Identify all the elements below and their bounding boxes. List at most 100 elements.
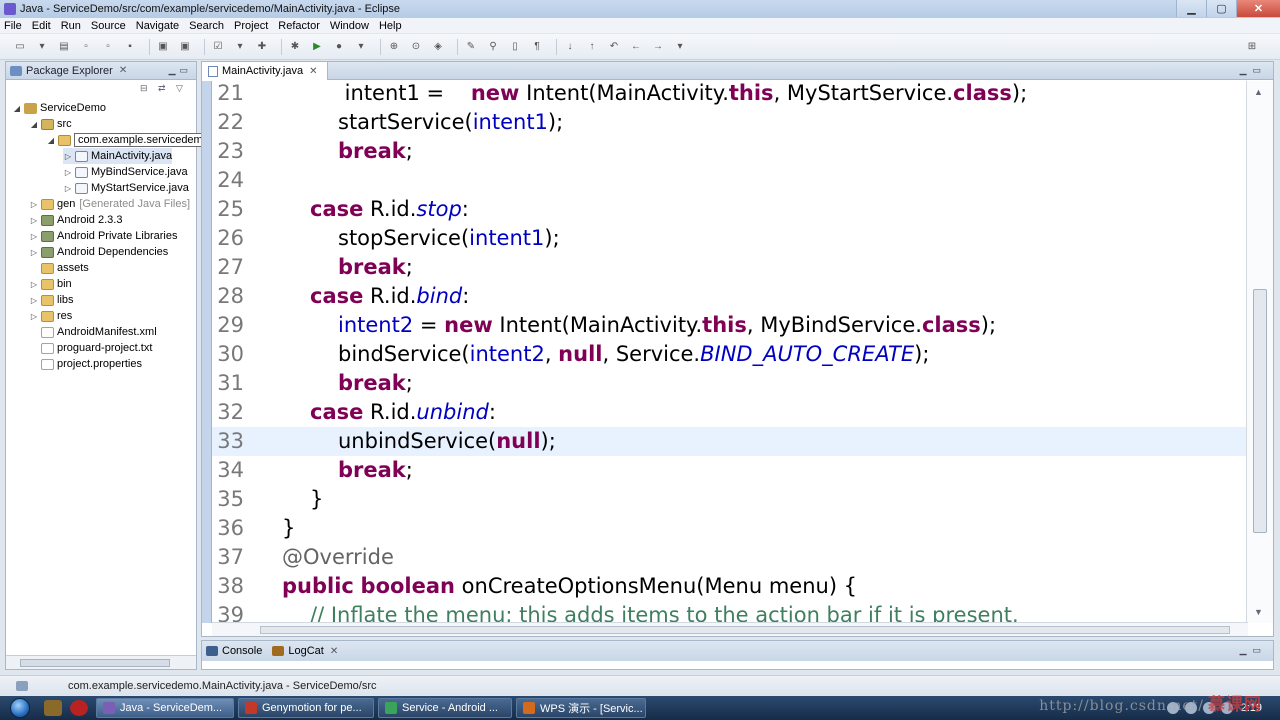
code-line[interactable]: 27 break; bbox=[212, 253, 1248, 282]
new-package-icon[interactable]: ⊙ bbox=[408, 40, 424, 54]
menu-project[interactable]: Project bbox=[234, 20, 268, 32]
bottom-min-max-icon[interactable]: ▁▭ bbox=[1240, 645, 1267, 656]
collapsed-arrow-icon[interactable]: ▷ bbox=[63, 152, 73, 161]
close-button[interactable]: ✕ bbox=[1236, 0, 1280, 17]
run-icon[interactable]: ▶ bbox=[309, 40, 325, 54]
tree-item[interactable]: ▷ res bbox=[29, 308, 72, 324]
checkbox-icon[interactable]: ☑ bbox=[210, 40, 226, 54]
link-with-editor-icon[interactable]: ⇄ bbox=[158, 83, 170, 93]
menu-edit[interactable]: Edit bbox=[32, 20, 51, 32]
debug-icon[interactable]: ✱ bbox=[287, 40, 303, 54]
tree-item[interactable]: proguard-project.txt bbox=[29, 340, 152, 356]
scrollbar-thumb[interactable] bbox=[20, 659, 170, 667]
code-line[interactable]: 37 @Override bbox=[212, 543, 1248, 572]
scrollbar-thumb[interactable] bbox=[260, 626, 1230, 634]
tree-item[interactable]: ▷ Android Dependencies bbox=[29, 244, 168, 260]
code-line[interactable]: 31 break; bbox=[212, 369, 1248, 398]
tree-item[interactable]: ◢ ServiceDemo bbox=[12, 100, 106, 116]
editor-min-max-icon[interactable]: ▁▭ bbox=[1240, 65, 1267, 76]
tree-item[interactable]: ▷ libs bbox=[29, 292, 74, 308]
open-icon[interactable]: ▤ bbox=[56, 40, 72, 54]
close-tab-icon[interactable]: ✕ bbox=[119, 65, 127, 76]
lint-icon[interactable]: ▾ bbox=[232, 40, 248, 54]
collapsed-arrow-icon[interactable]: ▷ bbox=[29, 216, 39, 225]
taskbar-item[interactable]: WPS 演示 - [Servic... bbox=[516, 698, 646, 718]
next-annotation-icon[interactable]: ↓ bbox=[562, 40, 578, 54]
collapsed-arrow-icon[interactable]: ▷ bbox=[63, 184, 73, 193]
collapsed-arrow-icon[interactable]: ▷ bbox=[29, 312, 39, 321]
taskbar-item[interactable]: Service - Android ... bbox=[378, 698, 512, 718]
code-line[interactable]: 38▴public boolean onCreateOptionsMenu(Me… bbox=[212, 572, 1248, 601]
menu-file[interactable]: File bbox=[4, 20, 22, 32]
tree-item[interactable]: ◢ com.example.servicedemo bbox=[46, 132, 213, 148]
editor-vscrollbar[interactable]: ▲ ▼ bbox=[1246, 81, 1273, 623]
tree-item[interactable]: ▷ gen [Generated Java Files] bbox=[29, 196, 190, 212]
code-line[interactable]: 22 startService(intent1); bbox=[212, 108, 1248, 137]
expanded-arrow-icon[interactable]: ◢ bbox=[29, 120, 39, 129]
maximize-button[interactable]: ▢ bbox=[1206, 0, 1236, 17]
editor-hscrollbar[interactable] bbox=[212, 622, 1248, 636]
tree-item[interactable]: ◢ src bbox=[29, 116, 72, 132]
tree-item[interactable]: ▷ Android Private Libraries bbox=[29, 228, 178, 244]
collapsed-arrow-icon[interactable]: ▷ bbox=[29, 296, 39, 305]
tree-item[interactable]: ▷ bin bbox=[29, 276, 72, 292]
code-line[interactable]: 32 case R.id.unbind: bbox=[212, 398, 1248, 427]
code-line[interactable]: 24 bbox=[212, 166, 1248, 195]
tree-item[interactable]: ▷ MyBindService.java bbox=[63, 164, 188, 180]
tree-item[interactable]: project.properties bbox=[29, 356, 142, 372]
tree-item[interactable]: ▷ MyStartService.java bbox=[63, 180, 189, 196]
avd-manager-icon[interactable]: ▣ bbox=[177, 40, 193, 54]
code-line[interactable]: 28 case R.id.bind: bbox=[212, 282, 1248, 311]
dropdown-arrow-icon[interactable]: ▾ bbox=[672, 40, 688, 54]
quicklaunch-app-icon[interactable] bbox=[44, 700, 62, 716]
close-tab-icon[interactable]: ✕ bbox=[309, 66, 317, 77]
scroll-down-icon[interactable]: ▼ bbox=[1254, 607, 1263, 617]
expanded-arrow-icon[interactable]: ◢ bbox=[46, 136, 56, 145]
start-button[interactable] bbox=[0, 696, 40, 720]
code-line[interactable]: 34 break; bbox=[212, 456, 1248, 485]
collapsed-arrow-icon[interactable]: ▷ bbox=[29, 200, 39, 209]
external-tools-icon[interactable]: ● bbox=[331, 40, 347, 54]
collapsed-arrow-icon[interactable]: ▷ bbox=[29, 280, 39, 289]
menu-search[interactable]: Search bbox=[189, 20, 224, 32]
print-icon[interactable]: ▪ bbox=[122, 40, 138, 54]
code-area[interactable]: 21 intent1 = new Intent(MainActivity.thi… bbox=[212, 81, 1248, 623]
collapsed-arrow-icon[interactable]: ▷ bbox=[63, 168, 73, 177]
menu-help[interactable]: Help bbox=[379, 20, 402, 32]
menu-window[interactable]: Window bbox=[330, 20, 369, 32]
editor-tab-mainactivity[interactable]: MainActivity.java ✕ bbox=[202, 62, 328, 80]
package-explorer-hscrollbar[interactable] bbox=[6, 655, 196, 669]
code-line[interactable]: 35} bbox=[212, 485, 1248, 514]
tree-item[interactable]: ▷ Android 2.3.3 bbox=[29, 212, 123, 228]
dropdown-arrow-icon[interactable]: ▾ bbox=[34, 40, 50, 54]
menu-refactor[interactable]: Refactor bbox=[278, 20, 320, 32]
toggle-mark-icon[interactable]: ▯ bbox=[507, 40, 523, 54]
android-sdk-icon[interactable]: ▣ bbox=[155, 40, 171, 54]
new-class-icon[interactable]: ⊕ bbox=[386, 40, 402, 54]
code-line[interactable]: 30 bindService(intent2, null, Service.BIN… bbox=[212, 340, 1248, 369]
view-min-max-icon[interactable]: ▁▭ bbox=[169, 65, 192, 76]
pin-icon[interactable]: ✎ bbox=[463, 40, 479, 54]
menu-navigate[interactable]: Navigate bbox=[136, 20, 179, 32]
dropdown-arrow-icon[interactable]: ▾ bbox=[353, 40, 369, 54]
collapse-all-icon[interactable]: ⊟ bbox=[140, 83, 152, 93]
new-android-project-icon[interactable]: ✚ bbox=[254, 40, 270, 54]
collapsed-arrow-icon[interactable]: ▷ bbox=[29, 248, 39, 257]
close-tab-icon[interactable]: ✕ bbox=[330, 646, 338, 657]
view-menu-icon[interactable]: ▽ bbox=[176, 83, 188, 93]
open-type-icon[interactable]: ◈ bbox=[430, 40, 446, 54]
tree-item[interactable]: assets bbox=[29, 260, 89, 276]
code-line[interactable]: 33 unbindService(null); bbox=[212, 427, 1248, 456]
tree-item[interactable]: ▷ MainActivity.java bbox=[63, 148, 173, 164]
tab-console[interactable]: Console bbox=[206, 645, 262, 657]
save-all-icon[interactable]: ▫ bbox=[100, 40, 116, 54]
expanded-arrow-icon[interactable]: ◢ bbox=[12, 104, 22, 113]
last-edit-location-icon[interactable]: ↶ bbox=[606, 40, 622, 54]
open-perspective-icon[interactable]: ⊞ bbox=[1244, 40, 1260, 54]
show-whitespace-icon[interactable]: ¶ bbox=[529, 40, 545, 54]
menu-run[interactable]: Run bbox=[61, 20, 81, 32]
scroll-up-icon[interactable]: ▲ bbox=[1254, 87, 1263, 97]
taskbar-item[interactable]: Genymotion for pe... bbox=[238, 698, 374, 718]
search-icon[interactable]: ⚲ bbox=[485, 40, 501, 54]
back-icon[interactable]: ← bbox=[628, 40, 644, 54]
